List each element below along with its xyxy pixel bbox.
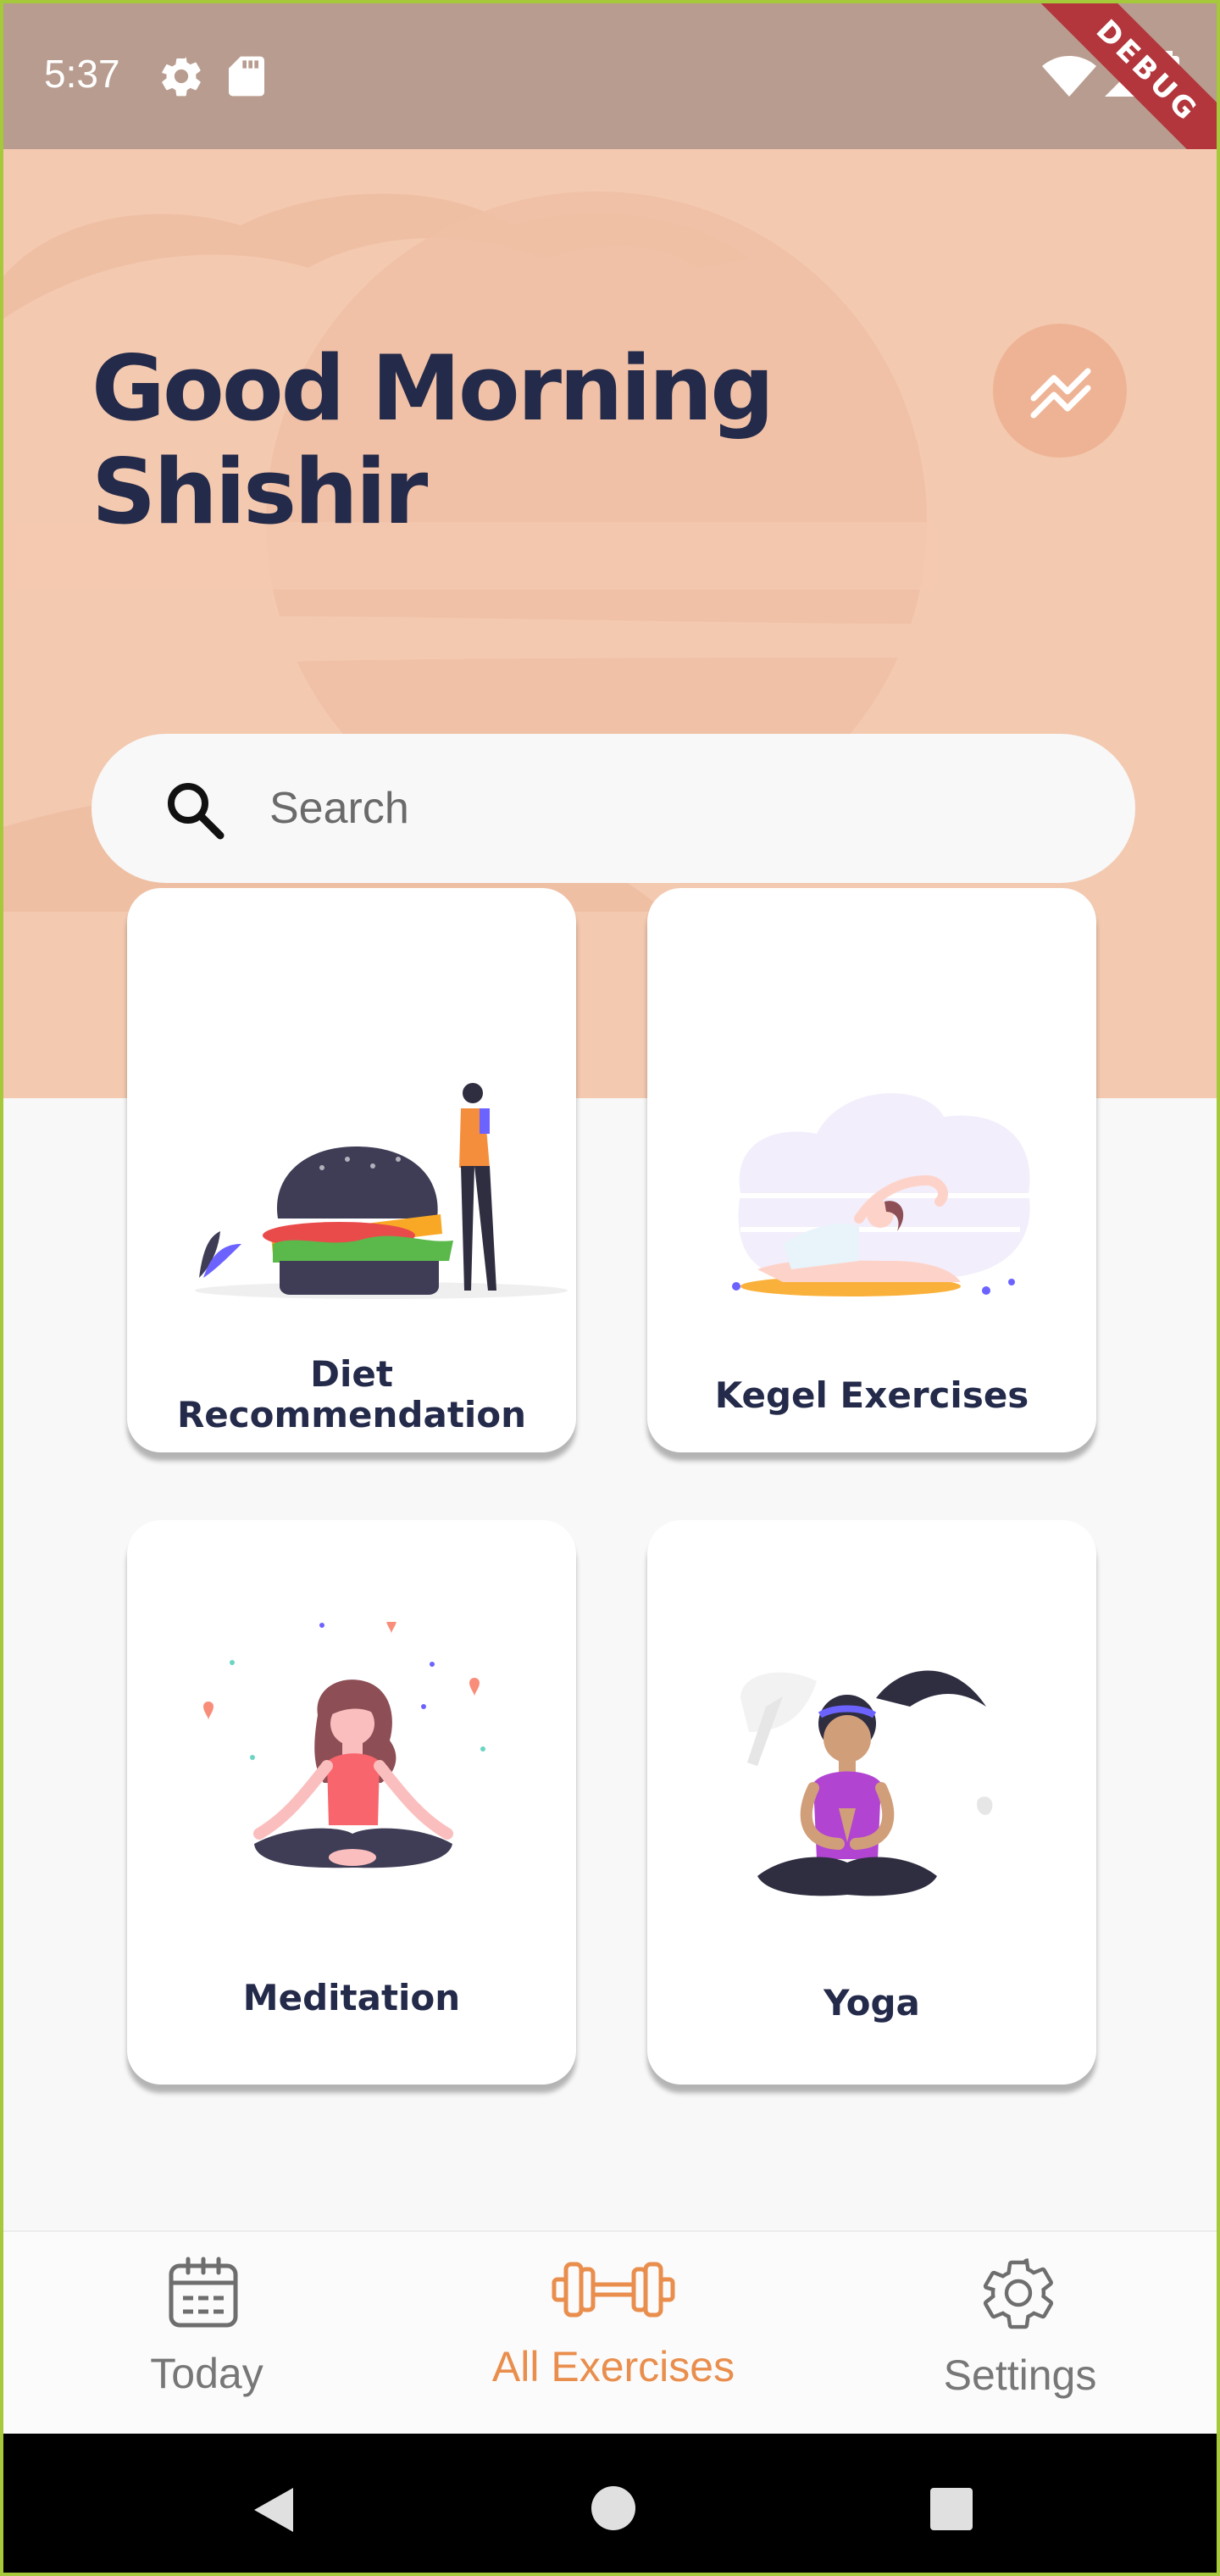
system-navigation-bar (3, 2434, 1217, 2573)
nav-item-settings[interactable]: Settings (817, 2232, 1217, 2435)
recents-icon[interactable] (929, 2486, 974, 2532)
bottom-navigation: Today All Exercises Settings (3, 2230, 1217, 2435)
status-bar: 5:37 DEBUG (3, 3, 1217, 186)
wifi-icon (1042, 56, 1096, 100)
search-icon (168, 783, 225, 840)
greeting-line-1: Good Morning (92, 336, 774, 441)
card-yoga[interactable]: Yoga (647, 1520, 1096, 2085)
burger-person-illustration (195, 1083, 568, 1299)
card-meditation[interactable]: Meditation (127, 1520, 576, 2085)
card-label: Kegel Exercises (647, 1375, 1096, 1416)
card-kegel-exercises[interactable]: Kegel Exercises (647, 888, 1096, 1452)
card-label: Diet Recommendation (127, 1354, 576, 1435)
card-label: Meditation (127, 1978, 576, 2018)
stats-button[interactable] (993, 324, 1127, 458)
trending-icon (1030, 368, 1091, 419)
card-label-line-1: Kegel Exercises (714, 1374, 1029, 1416)
status-time: 5:37 (44, 52, 120, 96)
nav-label-today: Today (150, 2350, 263, 2397)
greeting-line-2: Shishir (92, 440, 428, 544)
gear-icon (983, 2258, 1054, 2329)
card-label-line-1: Yoga (824, 1982, 920, 2024)
settings-status-icon (158, 53, 205, 103)
nav-item-all-exercises[interactable]: All Exercises (410, 2232, 817, 2435)
nav-label-all-exercises: All Exercises (491, 2343, 735, 2390)
nav-item-today[interactable]: Today (3, 2232, 410, 2435)
card-label-line-2: Recommendation (176, 1394, 527, 1435)
back-icon[interactable] (249, 2484, 297, 2535)
sd-card-icon (225, 53, 268, 103)
calendar-icon (169, 2257, 238, 2328)
dumbbell-icon (552, 2262, 675, 2318)
app-screen: 5:37 DEBUG Good Morning Shishir Search D… (0, 0, 1220, 2576)
card-label-line-1: Diet (310, 1353, 393, 1395)
meditating-woman-illustration (203, 1622, 485, 1868)
yoga-woman-illustration (740, 1670, 993, 1896)
stretching-woman-illustration (724, 1093, 1037, 1296)
search-input[interactable] (269, 774, 1083, 842)
card-label-line-1: Meditation (242, 1977, 461, 2018)
home-icon[interactable] (590, 2484, 637, 2532)
card-label: Yoga (647, 1983, 1096, 2024)
greeting-heading: Good Morning Shishir (92, 336, 774, 544)
nav-label-settings: Settings (943, 2351, 1097, 2399)
card-diet-recommendation[interactable]: Diet Recommendation (127, 888, 576, 1452)
search-bar[interactable] (92, 734, 1135, 883)
